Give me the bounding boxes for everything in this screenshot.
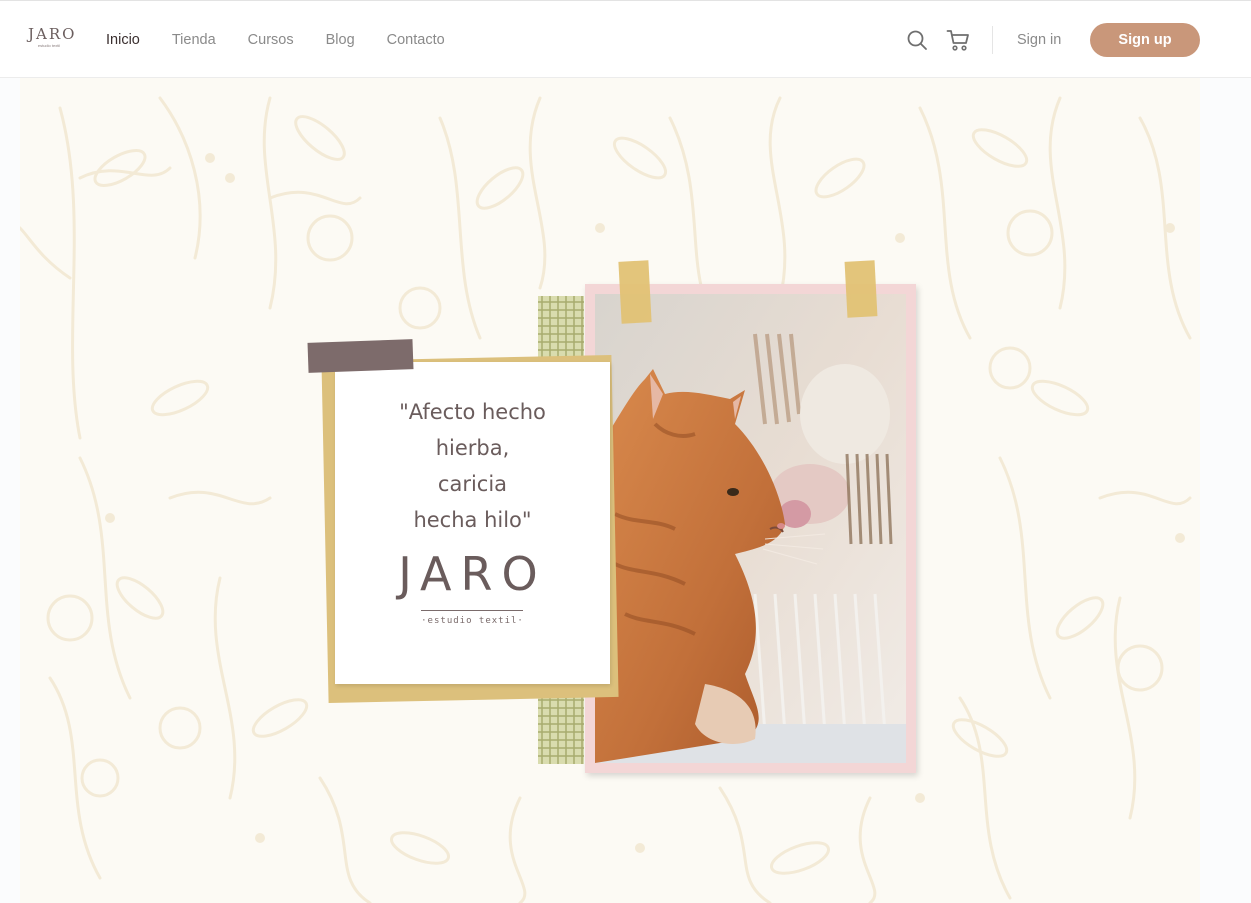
main-nav: Inicio Tienda Cursos Blog Contacto	[106, 31, 477, 49]
sign-up-button[interactable]: Sign up	[1090, 23, 1200, 57]
logo-wordmark: JARO	[28, 25, 77, 43]
search-icon[interactable]	[906, 29, 928, 51]
quote-line: hecha hilo"	[413, 508, 532, 532]
hero-banner: "Afecto hecho hierba, caricia hecha hilo…	[20, 78, 1200, 903]
photo-frame	[585, 284, 916, 773]
mauve-tape	[307, 339, 414, 373]
quote-line: "Afecto hecho	[399, 400, 546, 424]
yellow-tape-right	[844, 260, 878, 318]
sign-in-link[interactable]: Sign in	[1017, 31, 1061, 49]
hero-brand-mark: JARO	[398, 547, 547, 601]
hero-quote: "Afecto hecho hierba, caricia hecha hilo…	[335, 394, 610, 538]
nav-link-inicio[interactable]: Inicio	[106, 31, 140, 49]
nav-link-tienda[interactable]: Tienda	[172, 31, 216, 49]
site-logo[interactable]: JARO estudio textil	[28, 25, 77, 53]
top-navbar: JARO estudio textil Inicio Tienda Cursos…	[0, 0, 1251, 78]
nav-link-cursos[interactable]: Cursos	[248, 31, 294, 49]
yellow-tape-left	[618, 260, 652, 324]
brand-underline	[421, 610, 523, 611]
nav-link-blog[interactable]: Blog	[326, 31, 355, 49]
quote-line: hierba,	[435, 436, 510, 460]
hero-brand-subtitle: ·estudio textil·	[421, 616, 524, 626]
logo-tagline: estudio textil	[37, 43, 61, 48]
quote-note: "Afecto hecho hierba, caricia hecha hilo…	[335, 362, 610, 684]
cart-icon[interactable]	[946, 28, 970, 52]
quote-line: caricia	[437, 472, 508, 496]
nav-link-contacto[interactable]: Contacto	[387, 31, 445, 49]
header-divider	[992, 26, 993, 54]
cat-photo	[595, 294, 906, 763]
